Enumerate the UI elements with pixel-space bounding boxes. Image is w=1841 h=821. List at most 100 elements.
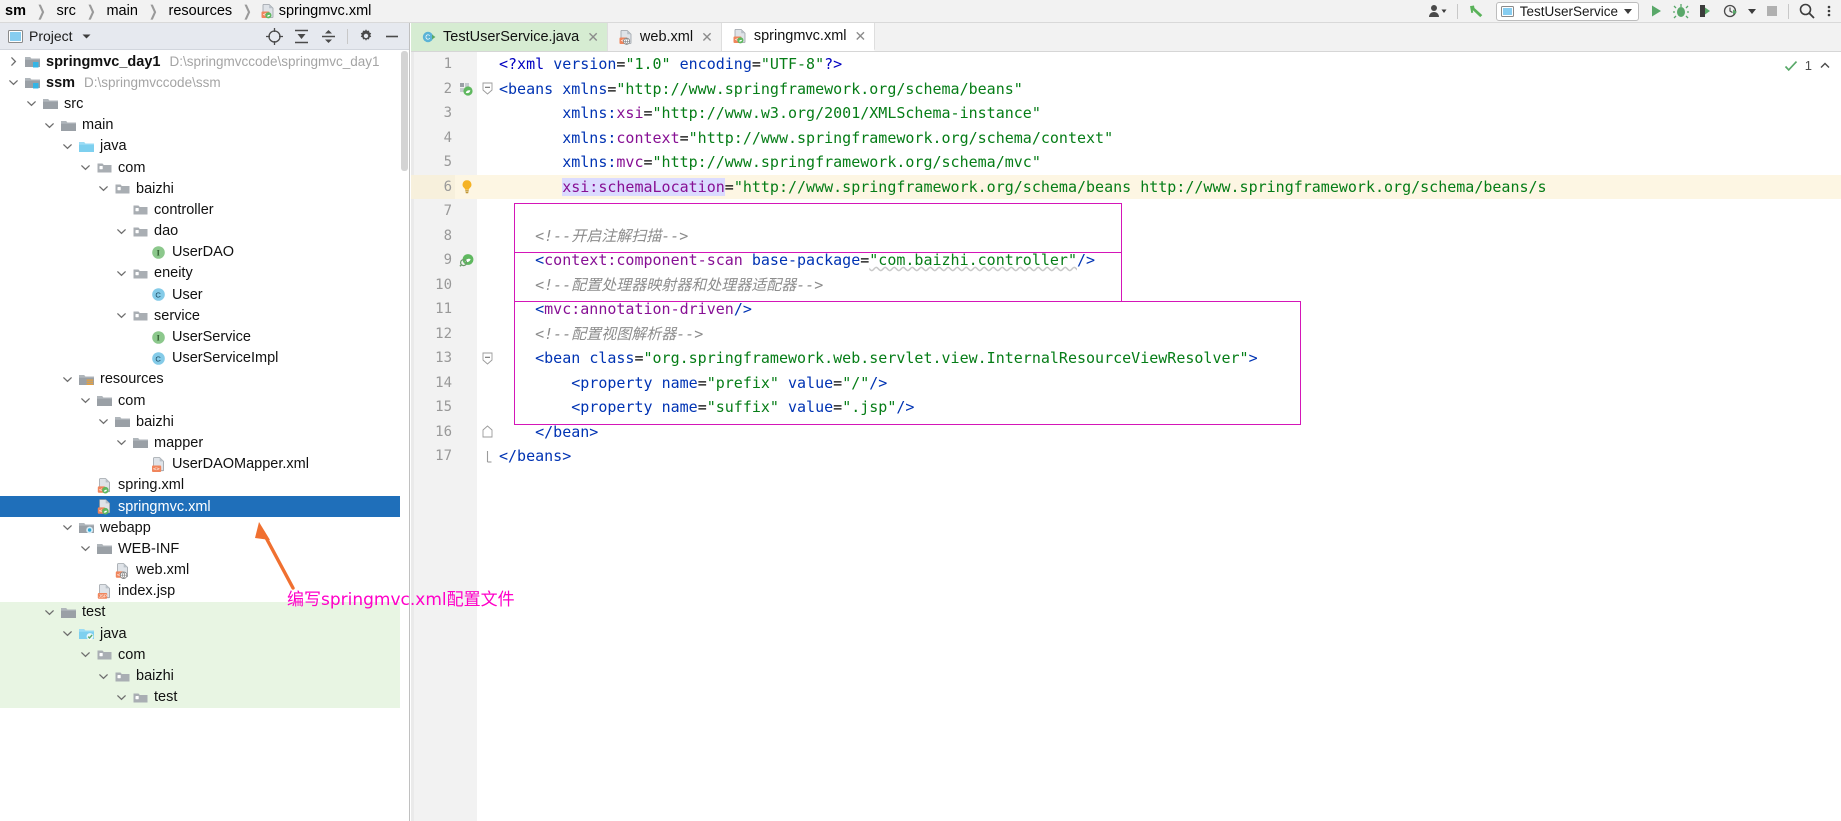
code-line[interactable]: 14 <property name="prefix" value="/"/> — [411, 371, 1841, 396]
chevron-down-icon[interactable] — [78, 644, 93, 665]
profiler-icon[interactable] — [1723, 3, 1739, 19]
chevron-down-icon[interactable] — [96, 178, 111, 199]
chevron-up-icon[interactable] — [1819, 60, 1831, 72]
more-icon[interactable] — [1825, 3, 1833, 19]
tree-item-com[interactable]: com — [0, 157, 409, 178]
tab-springmvc-xml[interactable]: < springmvc.xml ✕ — [721, 23, 876, 51]
code-line[interactable]: 3 xmlns:xsi="http://www.w3.org/2001/XMLS… — [411, 101, 1841, 126]
code-text[interactable]: xsi:schemaLocation="http://www.springfra… — [499, 175, 1547, 200]
tree-item-mapper[interactable]: mapper — [0, 432, 409, 453]
tree-item-java[interactable]: java — [0, 623, 409, 645]
tree-item-springmvc-xml[interactable]: < springmvc.xml — [0, 495, 409, 518]
tree-item-web-xml[interactable]: < web.xml — [0, 560, 409, 581]
chevron-down-icon[interactable] — [6, 72, 21, 93]
tab-TestUserService-java[interactable]: C TestUserService.java ✕ — [411, 23, 608, 51]
chevron-down-icon[interactable] — [78, 390, 93, 411]
chevron-down-icon[interactable] — [114, 687, 129, 708]
code-line[interactable]: 17 </beans> — [411, 444, 1841, 469]
tree-item-springmvc-day1[interactable]: springmvc_day1 D:\springmvccode\springmvc… — [0, 51, 409, 72]
chevron-down-icon[interactable] — [114, 305, 129, 326]
code-line[interactable]: 8 <!--开启注解扫描--> — [411, 224, 1841, 249]
tree-item-userdaomapper-xml[interactable]: <> UserDAOMapper.xml — [0, 454, 409, 475]
tree-item-ssm[interactable]: ssm D:\springmvccode\ssm — [0, 72, 409, 93]
breadcrumb-item-sm[interactable]: sm — [0, 3, 31, 19]
tree-item-userdao[interactable]: I UserDAO — [0, 242, 409, 263]
run-icon[interactable] — [1648, 3, 1664, 19]
close-icon[interactable]: ✕ — [855, 28, 867, 45]
code-text[interactable]: <?xml version="1.0" encoding="UTF-8"?> — [499, 52, 842, 77]
code-line[interactable]: 9 <context:component-scan base-package="… — [411, 248, 1841, 273]
chevron-down-icon[interactable] — [78, 157, 93, 178]
code-line[interactable]: 16 </bean> — [411, 420, 1841, 445]
code-line[interactable]: 5 xmlns:mvc="http://www.springframework.… — [411, 150, 1841, 175]
chevron-down-icon[interactable] — [81, 31, 92, 42]
code-line[interactable]: 6 xsi:schemaLocation="http://www.springf… — [411, 174, 1841, 200]
chevron-down-icon[interactable] — [78, 538, 93, 559]
chevron-down-icon[interactable] — [24, 93, 39, 114]
code-text[interactable]: xmlns:xsi="http://www.w3.org/2001/XMLSch… — [499, 101, 1041, 126]
run-with-coverage-icon[interactable] — [1698, 3, 1714, 19]
code-line[interactable]: 13 <bean class="org.springframework.web.… — [411, 346, 1841, 371]
tree-item-com[interactable]: com — [0, 644, 409, 666]
tree-item-eneity[interactable]: eneity — [0, 263, 409, 284]
editor-inspection-status[interactable]: 1 — [1784, 58, 1831, 73]
tree-item-controller[interactable]: controller — [0, 199, 409, 220]
code-text[interactable]: <!--配置视图解析器--> — [499, 322, 703, 347]
debug-icon[interactable] — [1673, 3, 1689, 19]
chevron-down-icon[interactable] — [60, 136, 75, 157]
tree-item-baizhi[interactable]: baizhi — [0, 411, 409, 432]
code-text[interactable]: <!--开启注解扫描--> — [499, 224, 688, 249]
code-text[interactable]: <mvc:annotation-driven/> — [499, 297, 752, 322]
green-arrow-icon[interactable] — [1467, 2, 1487, 20]
chevron-down-icon[interactable] — [114, 432, 129, 453]
code-text[interactable]: <property name="suffix" value=".jsp"/> — [499, 395, 914, 420]
code-editor[interactable]: 1 <?xml version="1.0" encoding="UTF-8"?> 2… — [411, 52, 1841, 821]
tree-item-baizhi[interactable]: baizhi — [0, 178, 409, 199]
code-line[interactable]: 7 — [411, 199, 1841, 224]
tree-item-java[interactable]: java — [0, 136, 409, 157]
breadcrumb-item-springmvc-xml[interactable]: < springmvc.xml — [258, 3, 377, 19]
tree-item-main[interactable]: main — [0, 115, 409, 136]
breadcrumb-item-src[interactable]: src — [52, 3, 81, 19]
chevron-down-icon[interactable] — [42, 115, 57, 136]
project-tree[interactable]: springmvc_day1 D:\springmvccode\springmvc… — [0, 51, 409, 821]
collapse-all-icon[interactable] — [320, 28, 337, 45]
tree-item-userserviceimpl[interactable]: C UserServiceImpl — [0, 348, 409, 369]
code-line[interactable]: 10 <!--配置处理器映射器和处理器适配器--> — [411, 273, 1841, 298]
breadcrumb-item-main[interactable]: main — [101, 3, 142, 19]
chevron-down-icon[interactable] — [114, 263, 129, 284]
gear-icon[interactable] — [358, 28, 374, 44]
fold-fold-end-icon[interactable] — [477, 444, 497, 469]
chevron-right-icon[interactable] — [6, 51, 21, 72]
tree-item-com[interactable]: com — [0, 390, 409, 411]
tree-item-web-inf[interactable]: WEB-INF — [0, 538, 409, 559]
code-text[interactable]: <bean class="org.springframework.web.ser… — [499, 346, 1257, 371]
code-text[interactable]: xmlns:mvc="http://www.springframework.or… — [499, 150, 1041, 175]
chevron-down-icon[interactable] — [60, 369, 75, 390]
fold-collapse-end-icon[interactable] — [477, 420, 497, 445]
chevron-down-icon[interactable] — [1748, 8, 1756, 14]
tree-item-spring-xml[interactable]: < spring.xml — [0, 475, 409, 496]
tree-item-service[interactable]: service — [0, 305, 409, 326]
locate-icon[interactable] — [266, 27, 283, 45]
tree-scrollbar-thumb[interactable] — [401, 51, 408, 171]
code-lines[interactable]: 1 <?xml version="1.0" encoding="UTF-8"?> 2… — [411, 52, 1841, 821]
tree-item-dao[interactable]: dao — [0, 221, 409, 242]
tree-item-test[interactable]: test — [0, 686, 409, 708]
tree-item-user[interactable]: C User — [0, 284, 409, 305]
chevron-down-icon[interactable] — [96, 411, 111, 432]
user-avatar-icon[interactable] — [1428, 3, 1448, 19]
tree-item-baizhi[interactable]: baizhi — [0, 665, 409, 687]
run-configuration-selector[interactable]: TestUserService — [1495, 1, 1639, 21]
chevron-down-icon[interactable] — [96, 666, 111, 687]
fold-collapse-icon[interactable] — [477, 346, 497, 371]
code-text[interactable]: <property name="prefix" value="/"/> — [499, 371, 887, 396]
code-text[interactable]: <!--配置处理器映射器和处理器适配器--> — [499, 273, 823, 298]
code-line[interactable]: 1 <?xml version="1.0" encoding="UTF-8"?> — [411, 52, 1841, 77]
lightbulb-icon[interactable] — [457, 175, 477, 200]
chevron-down-icon[interactable] — [114, 221, 129, 242]
tab-web-xml[interactable]: < web.xml ✕ — [608, 23, 722, 51]
chevron-down-icon[interactable] — [60, 517, 75, 538]
chevron-down-icon[interactable] — [60, 623, 75, 644]
code-text[interactable]: </bean> — [499, 420, 598, 445]
